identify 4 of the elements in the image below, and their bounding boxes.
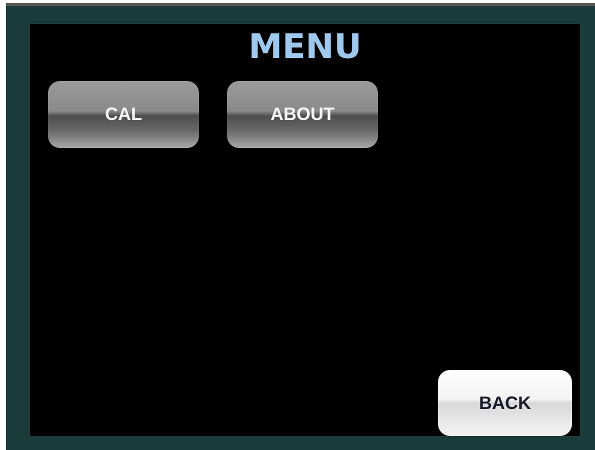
back-button[interactable]: BACK — [438, 370, 572, 436]
menu-button[interactable]: CAL — [48, 81, 199, 148]
menu-button[interactable]: ABOUT — [227, 81, 378, 148]
menu-title: MENU — [247, 27, 363, 67]
